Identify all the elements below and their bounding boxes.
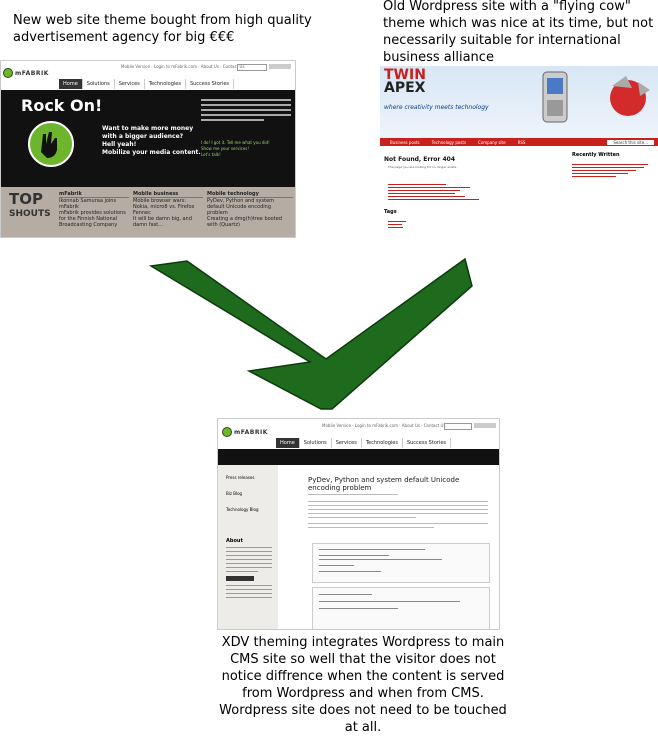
wp-tags-title: Tags [384,209,397,215]
nav-technologies[interactable]: Technologies [362,438,403,448]
wp-tag-list [388,219,418,230]
search-input[interactable] [237,64,267,71]
merge-arrow-icon [148,257,473,410]
shout-item[interactable]: Mobile browser wars: Nokia, micro8 vs. F… [133,198,203,216]
shout-item[interactable]: PyDev, Python and system default Unicode… [207,198,293,216]
shout-item[interactable]: Ikonnab Samuraa joins mFabrik [59,198,129,210]
shouts-label: SHOUTS [9,209,51,219]
code-block [312,587,490,629]
sidebar-link[interactable]: Press releases [226,475,278,480]
nav-success-stories[interactable]: Success Stories [403,438,452,448]
old-wordpress-caption: Old Wordpress site with a "flying cow" t… [383,0,654,65]
wp-nav: Business posts Technology posts Company … [380,138,658,146]
shout-column: mFabrik Ikonnab Samuraa joins mFabrik mF… [59,191,129,228]
nav-home[interactable]: Home [276,438,300,448]
rock-hand-icon [28,121,74,167]
hero-intro-text [201,96,291,132]
result-caption: XDV theming integrates Wordpress to main… [219,635,507,735]
logo: mFABRIK [222,427,268,437]
blog-sidebar: Press releases Biz Blog Technology Blog … [218,465,278,629]
top-label: TOP [9,190,43,208]
logo-icon [3,68,13,78]
top-shouts-section: TOP SHOUTS mFabrik Ikonnab Samuraa joins… [1,187,295,237]
main-nav: Home Solutions Services Technologies Suc… [59,79,235,89]
hero-line: Want to make more money [102,125,194,132]
wp-error-heading: Not Found, Error 404 [384,156,455,163]
shout-column: Mobile technology PyDev, Python and syst… [207,191,293,228]
wp-recent-title: Recently Written [572,152,620,158]
wp-search-input[interactable]: Search this site... [607,139,654,145]
phone-icon [542,71,568,123]
about-text [226,547,272,598]
wp-error-sub: The page you are looking for no longer e… [388,165,458,169]
sidebar-link[interactable]: Technology Blog [226,507,278,512]
hero-line: Hell yeah! [102,141,137,148]
code-block [312,543,490,583]
logo-icon [222,427,232,437]
old-wordpress-screenshot: TWIN APEX where creativity meets technol… [380,66,658,246]
wp-nav-item[interactable]: Company site [478,140,506,145]
column-title: mFabrik [59,191,129,198]
hero-line: Mobilize your media content. [102,149,201,156]
twinapex-logo-bottom: APEX [384,80,426,96]
new-theme-caption: New web site theme bought from high qual… [13,13,312,45]
flying-cow-icon [610,76,650,116]
search-button[interactable] [269,64,291,69]
search-button[interactable] [474,423,496,428]
wp-link-list [388,182,484,202]
top-links: Mobile Version · Login to mFabrik.com · … [121,64,245,69]
wp-nav-item[interactable]: Technology posts [432,140,466,145]
main-nav: Home Solutions Services Technologies Suc… [276,438,452,448]
hero-side-link[interactable]: Let's talk! [201,152,270,158]
top-links: Mobile Version · Login to mFabrik.com · … [322,423,446,428]
shout-item[interactable]: mFabrik provides solutions for the Finni… [59,210,129,228]
hero-line: with a bigger audience? [102,133,184,140]
hero-banner: Rock On! Want to make more money with a … [1,90,295,187]
post-title: PyDev, Python and system default Unicode… [308,476,460,492]
nav-services[interactable]: Services [332,438,362,448]
logo: mFABRIK [3,68,49,78]
new-theme-screenshot: Mobile Version · Login to mFabrik.com · … [0,60,296,238]
column-title: Mobile business [133,191,203,198]
result-screenshot: Mobile Version · Login to mFabrik.com · … [217,418,500,630]
column-title: Mobile technology [207,191,293,198]
wp-nav-item[interactable]: RSS [518,140,526,145]
wp-header: TWIN APEX where creativity meets technol… [380,66,658,138]
nav-services[interactable]: Services [115,79,145,89]
post-body [308,491,488,531]
nav-home[interactable]: Home [59,79,83,89]
shout-column: Mobile business Mobile browser wars: Nok… [133,191,203,228]
shout-item[interactable]: It will be damn big, and damn fast... [133,216,203,228]
wp-recent-list [572,162,652,179]
search-input[interactable] [444,423,472,430]
nav-solutions[interactable]: Solutions [300,438,332,448]
nav-technologies[interactable]: Technologies [145,79,186,89]
nav-success-stories[interactable]: Success Stories [186,79,235,89]
about-title: About [226,538,243,544]
nav-solutions[interactable]: Solutions [83,79,115,89]
wp-nav-item[interactable]: Business posts [390,140,420,145]
header-band [218,449,499,465]
hero-title: Rock On! [21,96,103,115]
sidebar-link[interactable]: Biz Blog [226,491,278,496]
wp-tagline: where creativity meets technology [384,104,489,111]
shout-item[interactable]: Creating a dmg(h)tree booted with (Quart… [207,216,293,228]
